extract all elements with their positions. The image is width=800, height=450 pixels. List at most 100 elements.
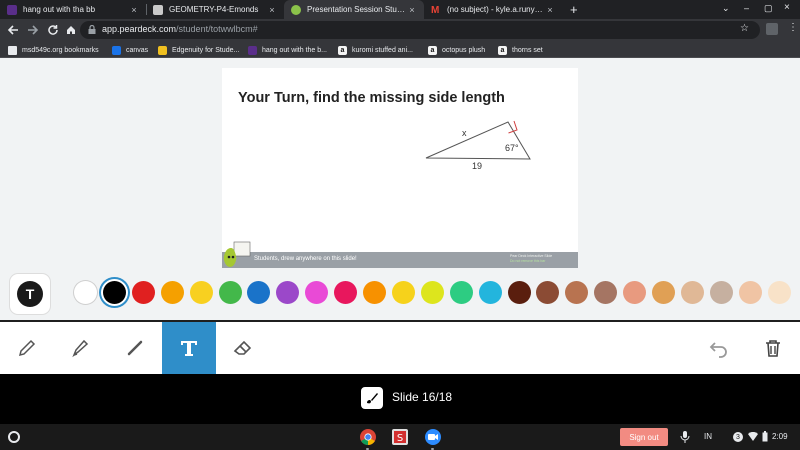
color-swatch[interactable] <box>131 281 155 304</box>
color-swatch[interactable] <box>623 281 647 304</box>
pencil-tool-button[interactable] <box>0 322 54 374</box>
wifi-icon[interactable] <box>748 432 758 441</box>
microphone-icon[interactable] <box>680 431 690 443</box>
chrome-icon[interactable] <box>359 428 377 446</box>
color-swatch[interactable] <box>276 281 300 304</box>
bookmark-label: hang out with the b... <box>262 46 327 54</box>
eraser-tool-button[interactable] <box>216 322 270 374</box>
maximize-button[interactable]: ▢ <box>764 3 773 14</box>
new-tab-button[interactable]: + <box>570 2 578 17</box>
color-swatch[interactable] <box>102 281 126 304</box>
close-window-button[interactable]: × <box>784 2 790 13</box>
bookmark-label: octopus plush <box>442 46 486 54</box>
tab-title: hang out with tha bb <box>23 5 96 14</box>
battery-icon[interactable] <box>762 431 768 442</box>
color-swatch[interactable] <box>305 281 329 304</box>
bookmark-label: Edgenuity for Stude... <box>172 46 240 54</box>
bookmark-canvas[interactable]: canvas <box>112 44 148 56</box>
color-swatch[interactable] <box>652 281 675 304</box>
reload-button[interactable] <box>44 19 62 41</box>
twitch-icon <box>248 45 257 55</box>
os-shelf: S Sign out IN 3 2:09 <box>0 424 800 450</box>
bookmark-folder[interactable]: msd549c.org bookmarks <box>8 44 99 56</box>
color-swatch[interactable] <box>449 281 473 304</box>
bookmark-kuromi[interactable]: a kuromi stuffed ani... <box>338 44 413 56</box>
bookmark-hang-out[interactable]: hang out with the b... <box>248 44 327 56</box>
bookmark-edgenuity[interactable]: Edgenuity for Stude... <box>158 44 239 56</box>
docs-icon <box>153 4 163 15</box>
tab-title: (no subject) - kyle.a.runyan@ms... <box>447 5 544 14</box>
canvas-icon <box>112 45 121 55</box>
color-swatch[interactable] <box>247 281 271 304</box>
input-method[interactable]: IN <box>704 432 712 441</box>
pen-icon <box>127 340 143 356</box>
bookmark-octopus[interactable]: a octopus plush <box>428 44 485 56</box>
close-icon[interactable]: × <box>128 5 140 15</box>
slide-footer: Students, drew anywhere on this slide! P… <box>222 252 578 268</box>
marker-tool-button[interactable] <box>54 322 108 374</box>
color-swatch[interactable] <box>565 281 589 304</box>
reload-icon <box>48 25 58 35</box>
draw-slide-icon <box>361 387 383 409</box>
angle-label: 67° <box>505 143 519 153</box>
extensions-icon[interactable] <box>766 23 778 35</box>
minimize-button[interactable]: – <box>744 3 749 13</box>
color-swatch[interactable] <box>536 281 560 304</box>
tab-gmail[interactable]: M (no subject) - kyle.a.runyan@ms... × <box>424 0 562 19</box>
color-swatch[interactable] <box>738 281 762 304</box>
slide-canvas[interactable]: Your Turn, find the missing side length … <box>222 68 578 268</box>
text-tool-button[interactable] <box>162 322 216 374</box>
bookmark-label: kuromi stuffed ani... <box>352 46 413 54</box>
menu-icon[interactable]: ⋮ <box>788 22 798 33</box>
tab-search-icon[interactable]: ⌄ <box>722 3 730 14</box>
launcher-icon[interactable] <box>8 431 20 443</box>
close-icon[interactable]: × <box>266 5 278 15</box>
color-swatch[interactable] <box>507 281 531 304</box>
bookmarks-bar: msd549c.org bookmarks canvas Edgenuity f… <box>0 41 800 58</box>
star-icon[interactable]: ☆ <box>740 23 749 34</box>
notification-badge[interactable]: 3 <box>733 432 743 442</box>
tab-hang-out[interactable]: hang out with tha bb × <box>0 0 146 19</box>
tab-strip: hang out with tha bb × GEOMETRY-P4-Emond… <box>0 0 800 19</box>
amazon-icon: a <box>498 45 507 55</box>
color-swatch[interactable] <box>420 281 444 304</box>
color-swatch[interactable] <box>160 281 184 304</box>
color-swatch[interactable] <box>74 281 97 304</box>
color-swatch[interactable] <box>680 281 704 304</box>
address-bar[interactable]: app.peardeck.com/student/totwwlbcm# ☆ <box>80 21 760 39</box>
tab-geometry[interactable]: GEOMETRY-P4-Emonds × <box>146 0 284 19</box>
trash-icon <box>766 340 780 357</box>
home-button[interactable] <box>62 19 80 41</box>
forward-button[interactable] <box>24 19 42 41</box>
color-swatch[interactable] <box>391 281 415 304</box>
lock-icon <box>88 25 96 34</box>
close-icon[interactable]: × <box>544 5 556 15</box>
color-swatch[interactable] <box>363 281 386 304</box>
pen-tool-button[interactable] <box>108 322 162 374</box>
pencil-icon <box>18 339 36 357</box>
color-swatch[interactable] <box>709 281 733 304</box>
bookmark-label: canvas <box>126 46 149 54</box>
back-button[interactable] <box>4 19 22 41</box>
close-icon[interactable]: × <box>406 5 418 15</box>
text-tool-icon: T <box>17 281 43 307</box>
color-swatch[interactable] <box>189 281 213 304</box>
tab-presentation-session[interactable]: Presentation Session Student × <box>284 0 424 19</box>
color-swatch[interactable] <box>334 281 358 304</box>
brush-icon <box>367 393 378 404</box>
clock[interactable]: 2:09 <box>772 432 788 441</box>
right-triangle <box>425 121 531 160</box>
sign-out-button[interactable]: Sign out <box>620 428 668 446</box>
color-swatch[interactable] <box>767 281 791 304</box>
screencastify-icon[interactable]: S <box>391 428 409 446</box>
url-domain: app.peardeck.com <box>102 24 177 34</box>
color-swatch[interactable] <box>594 281 618 304</box>
slide-counter: Slide 16/18 <box>392 390 453 404</box>
color-swatch[interactable] <box>218 281 242 304</box>
svg-text:S: S <box>397 433 403 444</box>
zoom-icon[interactable] <box>424 428 442 446</box>
undo-button[interactable] <box>692 322 746 374</box>
color-swatch[interactable] <box>478 281 502 304</box>
clear-button[interactable] <box>746 322 800 374</box>
bookmark-thorns[interactable]: a thorns set <box>498 44 543 56</box>
